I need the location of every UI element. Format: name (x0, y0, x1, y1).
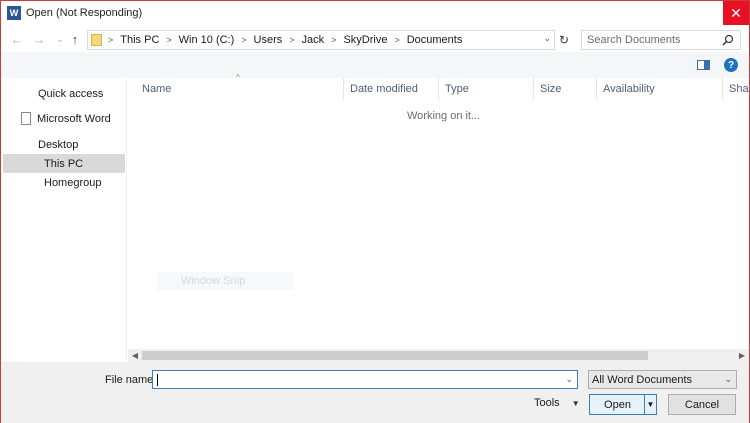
breadcrumb-separator-icon[interactable]: > (241, 35, 246, 45)
breadcrumb-separator-icon[interactable]: > (331, 35, 336, 45)
search-input[interactable] (587, 34, 723, 46)
navigation-pane: Quick access Microsoft Word Desktop This… (1, 78, 127, 362)
document-icon (21, 112, 31, 125)
tools-label: Tools (534, 397, 560, 409)
scrollbar-thumb[interactable] (142, 351, 648, 360)
breadcrumb-documents[interactable]: Documents (407, 34, 463, 46)
address-bar[interactable]: > This PC > Win 10 (C:) > Users > Jack >… (87, 30, 555, 50)
file-type-value: All Word Documents (592, 373, 693, 386)
sidebar-item-homegroup[interactable]: Homegroup (3, 173, 125, 192)
close-button[interactable]: ✕ (723, 1, 749, 25)
breadcrumb-separator-icon[interactable]: > (108, 35, 113, 45)
sidebar-item-microsoft-word[interactable]: Microsoft Word (3, 109, 125, 128)
tools-menu-button[interactable]: Tools ▼ (534, 397, 580, 409)
dialog-footer: File name: ⌄ All Word Documents ⌄ Tools … (1, 362, 749, 423)
open-button[interactable]: Open ▼ (589, 394, 657, 415)
column-header-share[interactable]: Shar (723, 78, 749, 100)
sidebar-item-label: Homegroup (44, 176, 102, 189)
breadcrumb-separator-icon[interactable]: > (166, 35, 171, 45)
chevron-down-icon: ⌄ (56, 33, 64, 44)
sidebar-item-label: Quick access (38, 87, 104, 100)
folder-icon (91, 34, 102, 46)
chevron-down-icon: ⌄ (724, 374, 732, 384)
command-bar: ? (1, 52, 749, 78)
column-headers: Name Date modified Type Size Availabilit… (128, 78, 749, 100)
address-dropdown-icon[interactable]: ⌄ (543, 33, 551, 44)
open-dialog-window: W Open (Not Responding) ✕ ← → ⌄ ↑ > This… (0, 0, 750, 423)
preview-pane-icon[interactable] (697, 60, 710, 70)
scroll-left-icon[interactable]: ◀ (128, 349, 142, 362)
refresh-button[interactable]: ↻ (557, 30, 571, 50)
column-header-name[interactable]: Name (136, 78, 344, 100)
sidebar-item-quick-access[interactable]: Quick access (3, 84, 125, 103)
search-icon[interactable] (722, 34, 734, 46)
file-name-combobox[interactable]: ⌄ (152, 370, 578, 389)
back-button[interactable]: ← (9, 31, 25, 47)
breadcrumb-users[interactable]: Users (254, 34, 283, 46)
forward-button[interactable]: → (31, 31, 47, 47)
loading-status-text: Working on it... (407, 110, 481, 122)
chevron-down-icon[interactable]: ⌄ (565, 374, 573, 385)
scroll-right-icon[interactable]: ▶ (735, 349, 749, 362)
breadcrumb-this-pc[interactable]: This PC (120, 34, 159, 46)
breadcrumb-separator-icon[interactable]: > (394, 35, 399, 45)
horizontal-scrollbar[interactable]: ◀ ▶ (128, 349, 749, 362)
sidebar-item-label: Desktop (38, 138, 79, 151)
arrow-left-icon: ← (10, 31, 24, 47)
word-app-icon: W (7, 6, 21, 20)
sidebar-item-desktop[interactable]: Desktop (3, 135, 125, 154)
ghost-snip-overlay: Window Snip (157, 272, 293, 290)
caret-down-icon: ▼ (571, 398, 580, 408)
refresh-icon: ↻ (558, 33, 570, 47)
breadcrumb-separator-icon[interactable]: > (289, 35, 294, 45)
text-cursor (157, 374, 158, 386)
arrow-right-icon: → (32, 31, 46, 47)
file-type-select[interactable]: All Word Documents ⌄ (588, 370, 737, 389)
recent-locations-button[interactable]: ⌄ (52, 31, 68, 47)
search-box[interactable] (581, 30, 741, 50)
up-button[interactable]: ↑ (67, 31, 83, 47)
column-header-size[interactable]: Size (534, 78, 597, 100)
column-header-availability[interactable]: Availability (597, 78, 723, 100)
sidebar-item-label: Microsoft Word (37, 112, 111, 125)
open-label: Open (604, 398, 631, 411)
arrow-up-icon: ↑ (71, 31, 79, 47)
navigation-bar: ← → ⌄ ↑ > This PC > Win 10 (C:) > Users … (1, 26, 749, 52)
file-name-label: File name: (105, 374, 157, 386)
column-header-type[interactable]: Type (439, 78, 534, 100)
breadcrumb-win10[interactable]: Win 10 (C:) (179, 34, 235, 46)
title-bar[interactable]: W Open (Not Responding) ✕ (1, 1, 749, 25)
file-name-input[interactable] (156, 372, 556, 387)
help-icon[interactable]: ? (724, 58, 738, 72)
sidebar-item-this-pc[interactable]: This PC (3, 154, 125, 173)
breadcrumb-jack[interactable]: Jack (302, 34, 325, 46)
column-header-date-modified[interactable]: Date modified (344, 78, 439, 100)
open-options-dropdown-icon[interactable]: ▼ (644, 395, 656, 414)
breadcrumb-skydrive[interactable]: SkyDrive (343, 34, 387, 46)
sidebar-item-label: This PC (44, 157, 84, 170)
close-icon: ✕ (730, 4, 742, 21)
ghost-snip-label: Window Snip (181, 275, 246, 287)
window-title: Open (Not Responding) (26, 7, 143, 19)
cancel-button[interactable]: Cancel (668, 394, 736, 415)
